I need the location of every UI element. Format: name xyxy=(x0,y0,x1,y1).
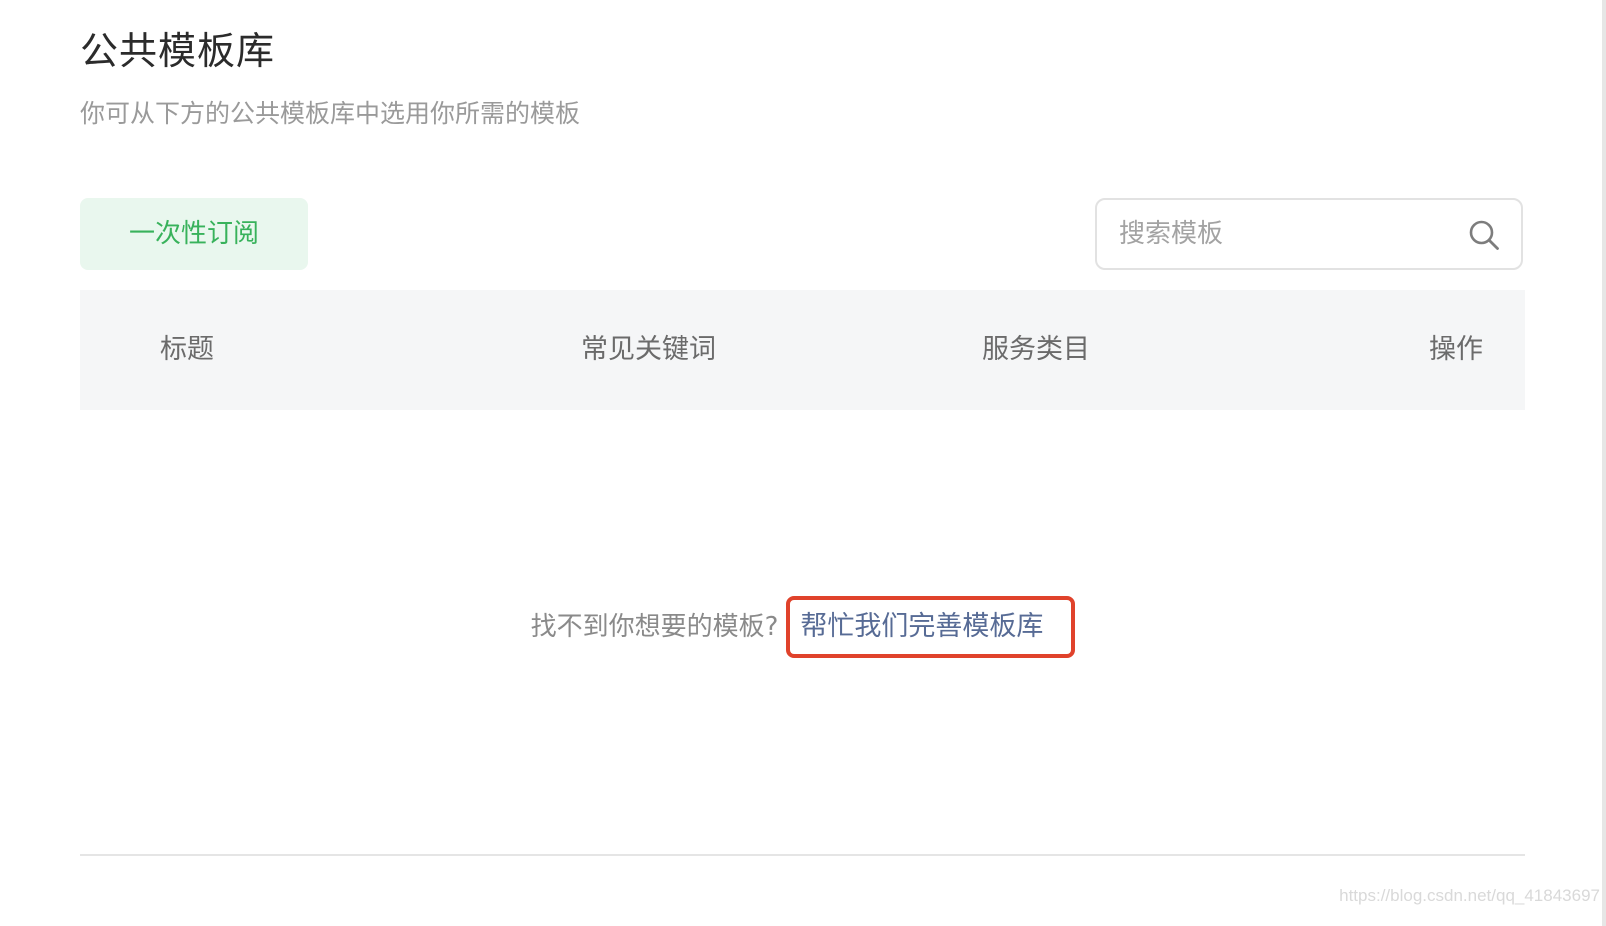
improve-template-library-link[interactable]: 帮忙我们完善模板库 xyxy=(800,600,1043,654)
column-header-title: 标题 xyxy=(160,334,214,365)
column-header-actions: 操作 xyxy=(1429,334,1483,365)
search-icon[interactable] xyxy=(1467,218,1501,252)
table-header: 标题 常见关键词 服务类目 操作 xyxy=(80,290,1525,410)
watermark: https://blog.csdn.net/qq_41843697 xyxy=(1339,886,1600,905)
highlight-box: 帮忙我们完善模板库 xyxy=(786,596,1076,658)
empty-state: 找不到你想要的模板? 帮忙我们完善模板库 xyxy=(0,596,1606,658)
column-header-category: 服务类目 xyxy=(982,334,1090,365)
search-input[interactable] xyxy=(1119,212,1449,256)
page-title: 公共模板库 xyxy=(80,29,276,73)
column-header-keywords: 常见关键词 xyxy=(581,334,716,365)
tab-one-time-subscription[interactable]: 一次性订阅 xyxy=(80,198,308,270)
page-description: 你可从下方的公共模板库中选用你所需的模板 xyxy=(80,99,581,128)
empty-state-message: 找不到你想要的模板? xyxy=(530,612,779,642)
search-box xyxy=(1095,198,1523,270)
bottom-divider xyxy=(80,854,1525,856)
window-edge xyxy=(1602,0,1606,926)
